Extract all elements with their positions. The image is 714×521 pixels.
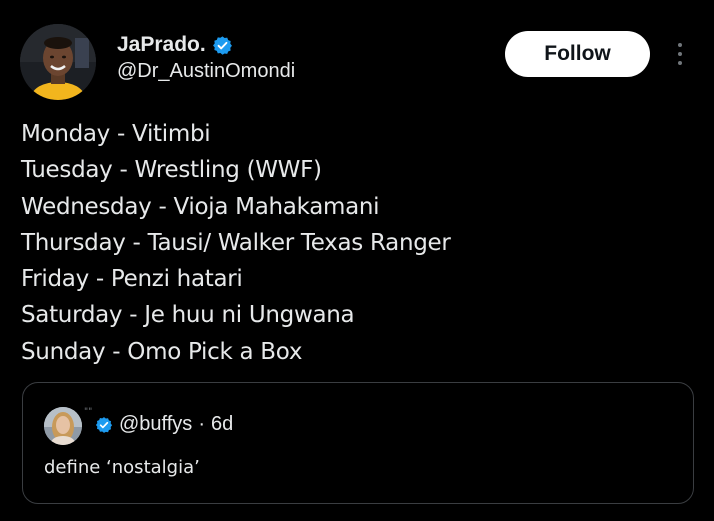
meta-separator: ·	[198, 413, 205, 435]
tweet-line: Monday - Vitimbi	[21, 121, 211, 147]
tweet-text: Monday - Vitimbi Tuesday - Wrestling (WW…	[21, 116, 701, 370]
author-display-name[interactable]: JaPrado.	[117, 33, 206, 57]
quoted-author-handle[interactable]: @buffys	[119, 413, 192, 436]
verified-badge-icon	[212, 35, 233, 56]
quoted-tweet-card[interactable]: "" @buffys · 6d define ‘nostalgia’	[22, 382, 694, 504]
quoted-tweet-text: define ‘nostalgia’	[44, 457, 200, 478]
author-name-row: JaPrado.	[117, 33, 233, 57]
tweet-line: Friday - Penzi hatari	[21, 266, 243, 293]
follow-button[interactable]: Follow	[505, 31, 650, 77]
tweet-line: Thursday - Tausi/ Walker Texas Ranger	[21, 229, 451, 256]
quoted-author-mark: ""	[84, 407, 93, 417]
author-handle[interactable]: @Dr_AustinOmondi	[117, 60, 295, 83]
quoted-avatar-image	[44, 407, 82, 445]
author-avatar-image	[20, 24, 96, 100]
tweet-line: Tuesday - Wrestling (WWF)	[21, 157, 322, 184]
more-vertical-icon[interactable]	[670, 38, 690, 70]
tweet-line: Wednesday - Vioja Mahakamani	[21, 193, 380, 220]
author-avatar[interactable]	[20, 24, 96, 100]
more-dot	[678, 52, 682, 56]
quoted-author-avatar[interactable]	[44, 407, 82, 445]
verified-badge-icon	[95, 416, 113, 434]
quoted-tweet-age[interactable]: 6d	[211, 413, 233, 436]
tweet-line: Saturday - Je huu ni Ungwana	[21, 302, 355, 329]
more-dot	[678, 61, 682, 65]
quoted-tweet-meta: @buffys · 6d	[95, 413, 233, 436]
more-dot	[678, 43, 682, 47]
tweet-line: Sunday - Omo Pick a Box	[21, 338, 303, 365]
